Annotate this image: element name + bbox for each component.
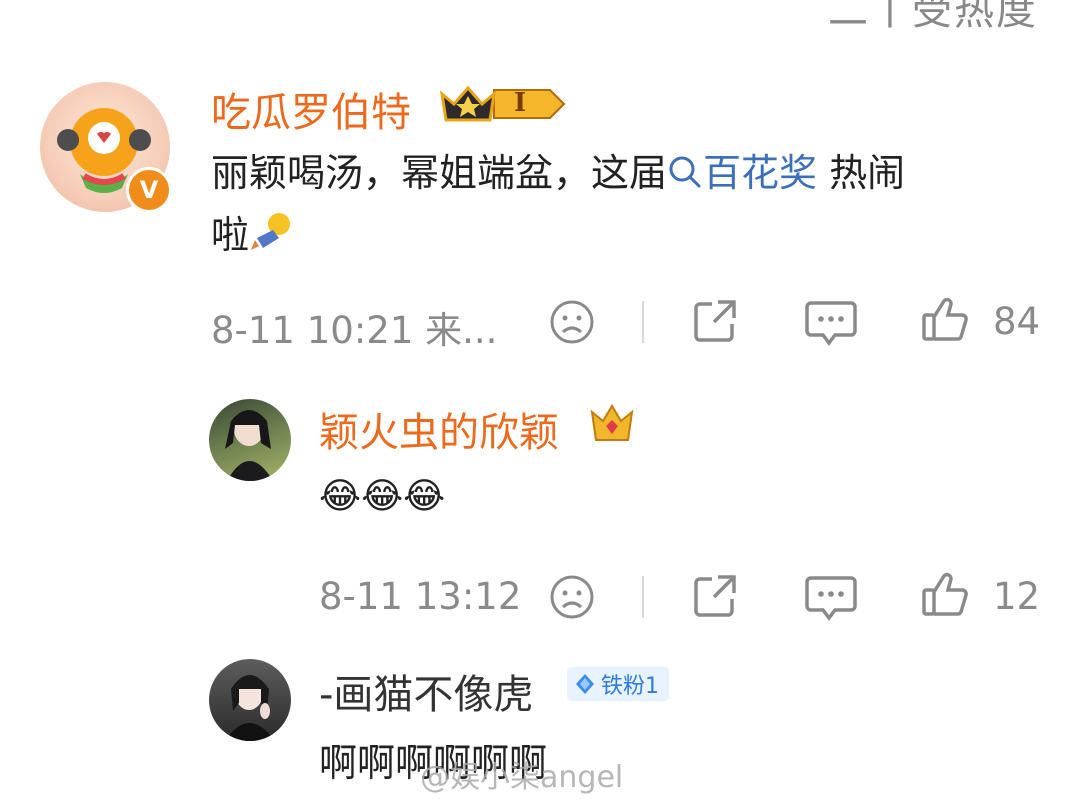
crown-icon <box>439 85 566 122</box>
username[interactable]: 吃瓜罗伯特 <box>211 80 411 138</box>
username[interactable]: -画猫不像虎 <box>319 662 533 720</box>
search-icon <box>669 156 701 188</box>
comment-text-line2: 啦 <box>211 213 250 257</box>
avatar-photo <box>225 675 275 741</box>
fan-badge-label: 铁粉1 <box>601 674 659 699</box>
like-count: 84 <box>993 300 1041 343</box>
topic-link[interactable]: 百花奖 <box>667 151 817 195</box>
comment-text-part: 热闹 <box>817 151 906 195</box>
watermark: @娱小柒angel <box>420 760 624 795</box>
like-count: 12 <box>993 575 1041 618</box>
comment-icon[interactable] <box>805 297 857 351</box>
thumbs-up-icon[interactable] <box>920 570 972 624</box>
level-badge: I <box>438 80 568 128</box>
comment-icon[interactable] <box>805 572 857 626</box>
username[interactable]: 颖火虫的欣颖 <box>319 400 559 458</box>
crown-icon <box>588 398 636 450</box>
verified-badge: V <box>126 167 172 213</box>
verified-badge-label: V <box>139 176 159 204</box>
comment-text: 😂😂😂 <box>319 476 446 517</box>
topic-label: 百花奖 <box>703 151 818 195</box>
avatar-photo <box>225 410 273 481</box>
comment-time: 8-11 13:12 <box>319 575 522 618</box>
avatar[interactable] <box>209 659 291 741</box>
divider <box>642 301 644 343</box>
avatar[interactable] <box>209 399 291 481</box>
comment-text-part: 丽颖喝汤，幂姐端盆，这届 <box>211 151 668 195</box>
level-badge-label: I <box>514 88 527 118</box>
comment-time: 8-11 10:21 来... <box>211 309 498 352</box>
cheer-emoji-icon <box>251 213 291 250</box>
fan-badge: 铁粉1 <box>567 667 669 701</box>
frown-icon[interactable] <box>548 298 596 350</box>
frown-icon[interactable] <box>548 573 596 625</box>
top-partial-text: 二丨受热度 <box>828 0 1038 34</box>
share-icon[interactable] <box>690 296 740 350</box>
share-icon[interactable] <box>690 571 740 625</box>
thumbs-up-icon[interactable] <box>920 295 972 349</box>
comment-text: 丽颖喝汤，幂姐端盆，这届 百花奖 热闹 啦 <box>211 142 1031 266</box>
divider <box>642 576 644 618</box>
diamond-icon <box>576 674 594 694</box>
